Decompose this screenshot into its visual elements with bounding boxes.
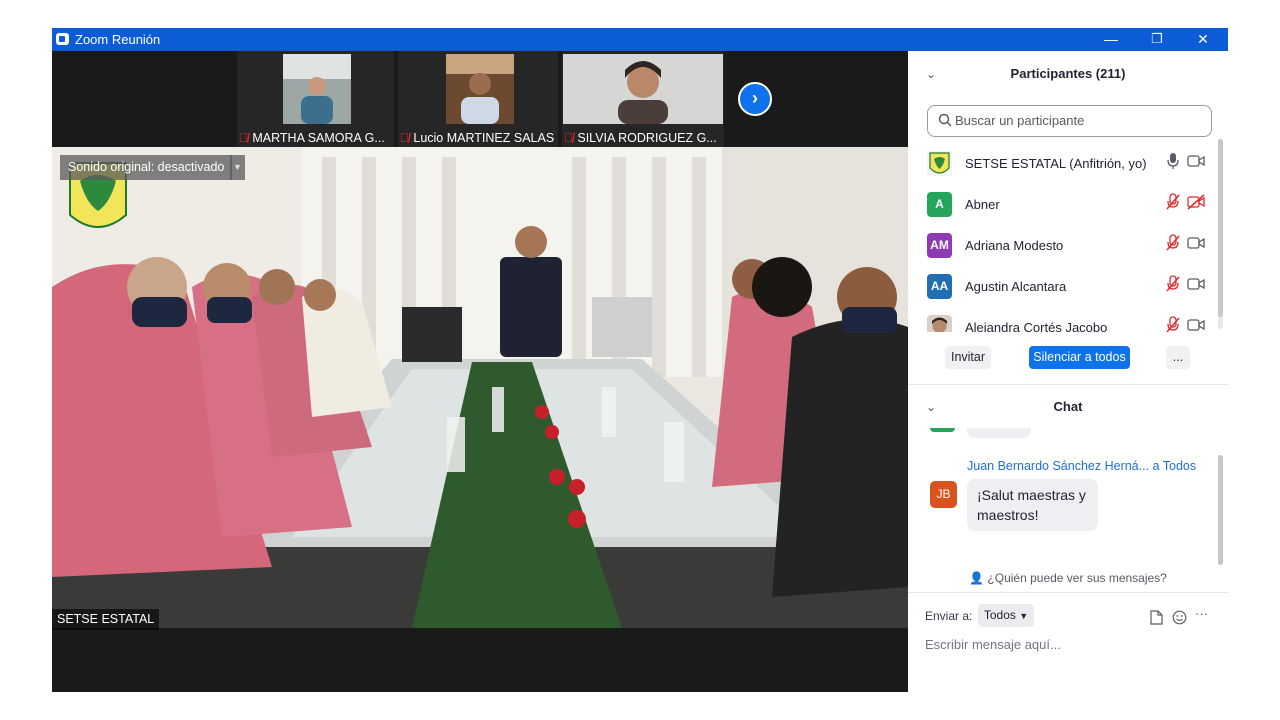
participant-video: [283, 54, 351, 124]
participant-row[interactable]: SETSE ESTATAL (Anfitrión, yo): [908, 147, 1216, 188]
participants-title: Participantes (211): [1010, 66, 1126, 81]
minimize-button[interactable]: —: [1088, 28, 1134, 51]
search-icon: [938, 113, 952, 127]
previous-bubble-partial: [967, 428, 1031, 438]
chevron-down-icon: ▼: [233, 162, 242, 172]
original-sound-dropdown[interactable]: ▼: [230, 155, 245, 180]
chevron-right-icon: ›: [752, 88, 758, 108]
original-sound-toggle[interactable]: Sonido original: desactivado: [60, 155, 233, 180]
camera-on-icon[interactable]: [1187, 153, 1205, 169]
active-speaker-video: [52, 147, 908, 628]
invite-button[interactable]: Invitar: [945, 346, 991, 369]
panel-divider: [908, 384, 1228, 385]
participant-name-label: 🎙̸ SILVIA RODRIGUEZ G...: [564, 131, 717, 145]
participant-name-label: 🎙̸ Lucio MARTINEZ SALAS: [400, 131, 555, 145]
window-title: Zoom Reunión: [75, 32, 161, 47]
send-to-dropdown[interactable]: Todos ▼: [978, 604, 1034, 627]
participant-video: [446, 54, 514, 124]
video-thumbnail[interactable]: 🎙̸ MARTHA SAMORA G...: [237, 51, 394, 147]
participant-avatar: AM: [927, 233, 952, 258]
emoji-icon[interactable]: [1172, 610, 1187, 625]
camera-on-icon[interactable]: [1187, 317, 1205, 332]
participant-row[interactable]: A Abner: [908, 188, 1216, 229]
next-page-button[interactable]: ›: [738, 82, 772, 116]
chat-message-bubble: ¡Salut maestras y maestros!: [967, 479, 1098, 531]
chat-messages: Juan Bernardo Sánchez Herná... a Todos J…: [908, 428, 1228, 568]
person-lock-icon: 👤: [969, 571, 985, 585]
close-button[interactable]: ✕: [1180, 28, 1226, 51]
muted-mic-icon: 🎙̸: [400, 131, 410, 145]
chat-title: Chat: [1053, 399, 1083, 414]
send-to-label: Enviar a:: [925, 609, 973, 623]
meeting-area: 🎙̸ MARTHA SAMORA G... 🎙̸ Lucio MARTINEZ SA…: [52, 51, 908, 692]
sender-avatar: JB: [930, 481, 957, 508]
sender-name: Juan Bernardo Sánchez Herná...: [967, 459, 1150, 473]
muted-mic-icon: 🎙̸: [564, 131, 574, 145]
participant-name: Agustin Alcantara: [965, 279, 1067, 294]
message-recipient: a Todos: [1152, 459, 1197, 473]
participant-list-scrollbar[interactable]: [1218, 139, 1223, 329]
more-options-button[interactable]: ...: [1166, 346, 1190, 369]
search-placeholder: Buscar un participante: [955, 113, 1085, 128]
muted-mic-icon: 🎙̸: [239, 131, 249, 145]
message-sender: Juan Bernardo Sánchez Herná... a Todos: [967, 459, 1196, 473]
host-logo-avatar: [927, 151, 952, 176]
participant-search-input[interactable]: Buscar un participante: [927, 105, 1212, 137]
mic-muted-icon[interactable]: [1165, 316, 1181, 332]
who-can-see-link[interactable]: 👤 ¿Quién puede ver sus mensajes?: [908, 571, 1228, 585]
chevron-down-icon: ▼: [1019, 611, 1029, 621]
chat-message-input[interactable]: Escribir mensaje aquí...: [925, 637, 1061, 652]
participant-actions: Invitar Silenciar a todos ...: [908, 346, 1228, 374]
video-thumbnail[interactable]: 🎙̸ Lucio MARTINEZ SALAS: [398, 51, 558, 147]
participant-name-label: 🎙̸ MARTHA SAMORA G...: [239, 131, 385, 145]
participant-name: Adriana Modesto: [965, 238, 1064, 253]
active-speaker-name: SETSE ESTATAL: [52, 609, 160, 630]
participant-name: Alejandra Cortés Jacobo: [965, 320, 1108, 332]
file-icon[interactable]: [1150, 610, 1163, 625]
video-thumbnail[interactable]: 🎙̸ SILVIA RODRIGUEZ G...: [562, 51, 724, 147]
chat-scrollbar[interactable]: [1218, 455, 1223, 565]
who-can-see-label: ¿Quién puede ver sus mensajes?: [987, 571, 1167, 585]
camera-on-icon[interactable]: [1187, 276, 1205, 292]
participant-avatar: A: [927, 192, 952, 217]
participant-row[interactable]: AA Agustin Alcantara: [908, 270, 1216, 311]
scrollbar-thumb[interactable]: [1218, 139, 1223, 317]
previous-avatar-partial: [930, 428, 955, 432]
chat-input-divider: [908, 592, 1228, 593]
title-bar: Zoom Reunión — ❐ ✕: [52, 28, 1228, 51]
participants-header: ⌄ Participantes (211): [908, 51, 1228, 95]
camera-on-icon[interactable]: [1187, 235, 1205, 251]
participant-name: Abner: [965, 197, 1000, 212]
scrollbar-thumb[interactable]: [1218, 455, 1223, 565]
participant-row[interactable]: Alejandra Cortés Jacobo: [908, 311, 1216, 332]
participant-photo-avatar: [927, 315, 952, 332]
participant-avatar: AA: [927, 274, 952, 299]
mic-muted-icon[interactable]: [1165, 275, 1181, 293]
mic-muted-icon[interactable]: [1165, 234, 1181, 252]
side-panel: ⌄ Participantes (211) Buscar un particip…: [908, 51, 1228, 692]
more-chat-options-icon[interactable]: ···: [1195, 606, 1208, 621]
message-line: maestros!: [977, 507, 1039, 523]
message-line: ¡Salut maestras y: [977, 487, 1086, 503]
participant-list: SETSE ESTATAL (Anfitrión, yo) A Abner AM…: [908, 147, 1216, 332]
restore-button[interactable]: ❐: [1134, 28, 1180, 51]
participant-video: [563, 54, 723, 124]
camera-off-icon[interactable]: [1187, 194, 1205, 210]
zoom-window: Zoom Reunión — ❐ ✕ 🎙̸MARTHA SAMORA G...: [52, 28, 1228, 692]
mic-muted-icon[interactable]: [1165, 193, 1181, 211]
chat-header: ⌄ Chat: [908, 386, 1228, 430]
thumbnail-strip: 🎙̸ MARTHA SAMORA G... 🎙̸ Lucio MARTINEZ SA…: [52, 51, 908, 147]
mute-all-button[interactable]: Silenciar a todos: [1029, 346, 1130, 369]
participant-name: SETSE ESTATAL (Anfitrión, yo): [965, 156, 1147, 171]
mic-on-icon[interactable]: [1165, 152, 1181, 170]
send-to-value: Todos: [983, 608, 1016, 622]
zoom-app-icon: [56, 33, 69, 45]
participant-row[interactable]: AM Adriana Modesto: [908, 229, 1216, 270]
main-video: Sonido original: desactivado ▼: [52, 147, 908, 628]
